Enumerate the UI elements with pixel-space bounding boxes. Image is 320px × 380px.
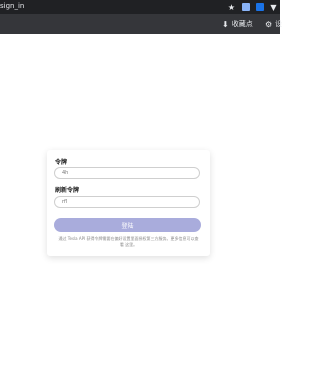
refresh-token-label: 刷新令牌 (55, 187, 80, 194)
browser-address-bar: sign_in ★ ▼ (0, 0, 280, 14)
bookmarks-bar: ⬇ 收藏点 ⚙ 设 (0, 14, 282, 34)
bookmark-item-favorites[interactable]: ⬇ 收藏点 (222, 14, 253, 34)
login-button[interactable]: 登陆 (54, 218, 201, 232)
download-icon: ⬇ (222, 19, 229, 29)
token-input[interactable] (54, 167, 200, 179)
gear-icon: ⚙ (265, 19, 273, 29)
refresh-token-input[interactable] (54, 196, 200, 208)
bookmark-label: 设 (275, 20, 283, 28)
token-label: 令牌 (55, 159, 68, 166)
bookmark-label: 收藏点 (231, 20, 253, 28)
bookmark-item-settings[interactable]: ⚙ 设 (265, 14, 282, 34)
extension-icon[interactable] (241, 3, 250, 12)
browser-toolbar-icons: ★ ▼ (227, 2, 278, 12)
extension-icon[interactable] (255, 3, 264, 12)
help-note: 通过 Tesla API 获得令牌需要在偏好设置里面授权第三方服务。更多信息可以… (58, 236, 199, 247)
extension-icon[interactable]: ▼ (269, 3, 278, 12)
star-icon[interactable]: ★ (227, 3, 236, 12)
url-text[interactable]: sign_in (0, 2, 24, 10)
sign-in-card: 令牌 刷新令牌 登陆 通过 Tesla API 获得令牌需要在偏好设置里面授权第… (47, 150, 210, 256)
